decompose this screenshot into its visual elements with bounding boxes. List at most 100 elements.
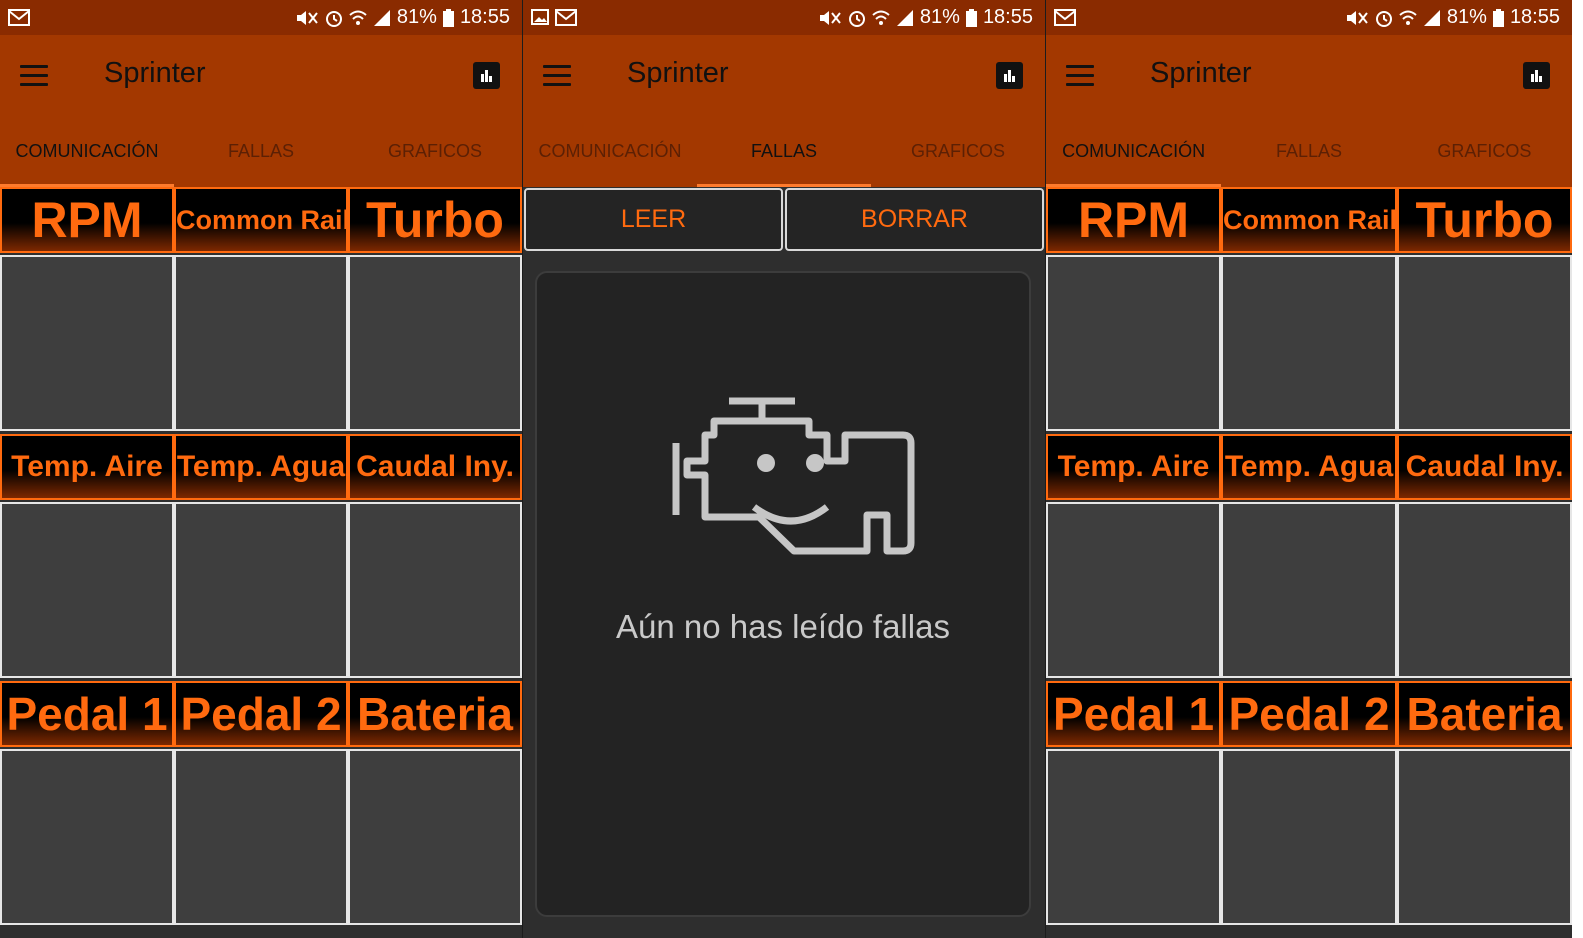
- status-bar: 81% 18:55: [1046, 0, 1572, 35]
- chart-bar: [1535, 70, 1538, 82]
- app-title: Sprinter: [1150, 57, 1252, 89]
- sensor-header: Caudal Iny.: [348, 434, 522, 500]
- chart-bar: [481, 74, 484, 82]
- sensor-value-tile[interactable]: [0, 502, 174, 678]
- menu-bar: [543, 83, 571, 86]
- sensor-value-tile[interactable]: [1397, 255, 1572, 431]
- fallas-panel: LEER BORRAR Aún no has leído fallas: [523, 187, 1045, 938]
- chart-icon[interactable]: [473, 62, 500, 89]
- tab-comunicacion[interactable]: COMUNICACIÓN: [0, 127, 174, 187]
- chart-bar: [1531, 74, 1534, 82]
- sensor-header: Common Rail: [1221, 187, 1397, 253]
- app-bar: Sprinter COMUNICACIÓN FALLAS GRAFICOS: [523, 35, 1045, 187]
- sensor-header: Pedal 1: [1046, 681, 1221, 747]
- menu-bar: [20, 74, 48, 77]
- sensor-header: Bateria: [1397, 681, 1572, 747]
- sensor-value-tile[interactable]: [348, 255, 522, 431]
- chart-icon[interactable]: [996, 62, 1023, 89]
- leer-button[interactable]: LEER: [524, 188, 783, 251]
- battery-icon: [965, 8, 977, 27]
- sensor-header: Pedal 1: [0, 681, 174, 747]
- chart-bar: [485, 70, 488, 82]
- menu-icon[interactable]: [1064, 62, 1096, 90]
- sensor-grid: RPM Common Rail Turbo Temp. Aire Temp. Agua C…: [1046, 187, 1572, 938]
- app-title: Sprinter: [104, 57, 206, 89]
- sensor-value-tile[interactable]: [1046, 749, 1221, 925]
- menu-bar: [20, 83, 48, 86]
- mail-icon: [1054, 9, 1076, 26]
- sensor-value-tile[interactable]: [0, 749, 174, 925]
- sensor-value-tile[interactable]: [1397, 749, 1572, 925]
- sensor-value-tile[interactable]: [1221, 255, 1397, 431]
- status-time: 18:55: [459, 6, 510, 28]
- tab-comunicacion[interactable]: COMUNICACIÓN: [523, 127, 697, 187]
- chart-bar: [1012, 76, 1015, 82]
- screen-comunicacion: 81% 18:55 Sprinter COMUNICACIÓN FALLAS GRAFIC…: [0, 0, 522, 938]
- mail-icon: [8, 9, 30, 26]
- menu-icon[interactable]: [18, 62, 50, 90]
- battery-level: 81%: [396, 6, 437, 28]
- sensor-header: Temp. Agua: [174, 434, 348, 500]
- sensor-header: RPM: [0, 187, 174, 253]
- sensor-header: Bateria: [348, 681, 522, 747]
- sensor-value-tile[interactable]: [348, 502, 522, 678]
- tab-fallas[interactable]: FALLAS: [174, 127, 348, 187]
- sensor-value-tile[interactable]: [174, 749, 348, 925]
- chart-bar: [1004, 74, 1007, 82]
- sensor-header: Pedal 2: [174, 681, 348, 747]
- sensor-header: Temp. Agua: [1221, 434, 1397, 500]
- status-bar: 81% 18:55: [523, 0, 1045, 35]
- tab-graficos[interactable]: GRAFICOS: [871, 127, 1045, 187]
- app-title: Sprinter: [627, 57, 729, 89]
- alarm-icon: [848, 10, 865, 27]
- sensor-value-tile[interactable]: [1221, 502, 1397, 678]
- battery-level: 81%: [1446, 6, 1487, 28]
- notification-icons: [531, 9, 577, 26]
- sensor-value-tile[interactable]: [1046, 502, 1221, 678]
- mute-icon: [819, 10, 841, 25]
- tab-fallas[interactable]: FALLAS: [697, 127, 871, 187]
- notification-icons: [8, 9, 30, 26]
- sensor-header: Turbo: [1397, 187, 1572, 253]
- sensor-value-tile[interactable]: [1397, 502, 1572, 678]
- sensor-header: Temp. Aire: [0, 434, 174, 500]
- battery-icon: [1492, 8, 1504, 27]
- wifi-icon: [872, 10, 890, 25]
- mute-icon: [1346, 10, 1368, 25]
- signal-icon: [896, 9, 913, 26]
- signal-icon: [1423, 9, 1440, 26]
- alarm-icon: [325, 10, 342, 27]
- menu-bar: [1066, 74, 1094, 77]
- sensor-value-tile[interactable]: [1046, 255, 1221, 431]
- check-engine-icon: [672, 397, 915, 555]
- app-bar: Sprinter COMUNICACIÓN FALLAS GRAFICOS: [0, 35, 522, 187]
- wifi-icon: [1399, 10, 1417, 25]
- signal-icon: [373, 9, 390, 26]
- sensor-value-tile[interactable]: [348, 749, 522, 925]
- tab-graficos[interactable]: GRAFICOS: [1397, 127, 1572, 187]
- empty-message: Aún no has leído fallas: [616, 608, 950, 645]
- sensor-grid: RPM Common Rail Turbo Temp. Aire Temp. Agua C…: [0, 187, 522, 938]
- mute-icon: [296, 10, 318, 25]
- menu-bar: [1066, 83, 1094, 86]
- sensor-value-tile[interactable]: [1221, 749, 1397, 925]
- sensor-value-tile[interactable]: [0, 255, 174, 431]
- menu-icon[interactable]: [541, 62, 573, 90]
- image-icon: [531, 9, 549, 25]
- tab-comunicacion[interactable]: COMUNICACIÓN: [1046, 127, 1222, 187]
- chart-bar: [489, 76, 492, 82]
- sensor-value-tile[interactable]: [174, 502, 348, 678]
- chart-icon[interactable]: [1523, 62, 1550, 89]
- screen-fallas: 81% 18:55 Sprinter COMUNICACIÓN FALLAS GRAFIC…: [523, 0, 1045, 938]
- notification-icons: [1054, 9, 1076, 26]
- tab-bar: COMUNICACIÓN FALLAS GRAFICOS: [1046, 127, 1572, 187]
- sensor-header: RPM: [1046, 187, 1221, 253]
- tab-bar: COMUNICACIÓN FALLAS GRAFICOS: [0, 127, 522, 187]
- borrar-button[interactable]: BORRAR: [785, 188, 1044, 251]
- sensor-value-tile[interactable]: [174, 255, 348, 431]
- tab-fallas[interactable]: FALLAS: [1221, 127, 1396, 187]
- status-bar: 81% 18:55: [0, 0, 522, 35]
- menu-bar: [20, 65, 48, 68]
- status-time: 18:55: [982, 6, 1033, 28]
- tab-graficos[interactable]: GRAFICOS: [348, 127, 522, 187]
